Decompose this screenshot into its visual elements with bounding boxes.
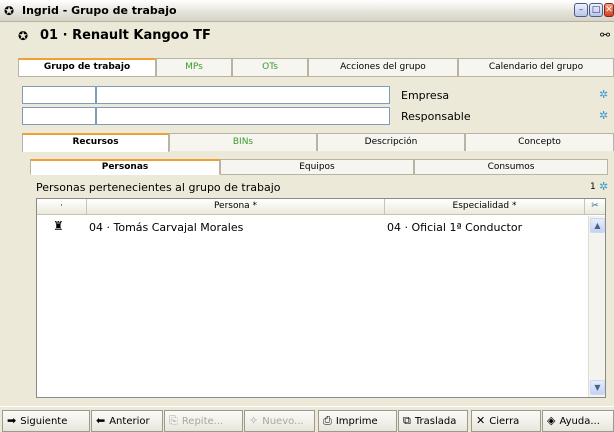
nuevo-button[interactable]: ✧ Nuevo... [244,410,315,432]
tab-label: Acciones del grupo [340,62,426,72]
close-icon[interactable]: ✕ [604,3,614,17]
button-label: Nuevo... [262,416,304,427]
tab-calendario-del-grupo[interactable]: Calendario del grupo [458,58,614,76]
scroll-down-icon[interactable]: ▼ [590,380,605,395]
column-header-marker[interactable]: · [37,199,87,215]
tab-label: BINs [232,137,254,147]
siguiente-button[interactable]: ➡ Siguiente [2,410,90,432]
tab-label: Concepto [518,137,561,147]
tab-label: Descripción [364,137,418,147]
arrow-right-icon: ➡ [7,414,17,427]
window-controls: – □ ✕ [574,3,614,17]
button-label: Cierra [489,416,520,427]
tab-label: Calendario del grupo [488,62,584,72]
tab-grupo-de-trabajo[interactable]: Grupo de trabajo [18,58,156,77]
app-window: ✪ Ingrid - Grupo de trabajo – □ ✕ ✪ 01 ·… [0,0,614,432]
record-header: ✪ 01 · Renault Kangoo TF ⚯ [0,24,614,50]
ayuda-button[interactable]: ◈ Ayuda... [542,410,614,432]
app-icon: ✪ [4,4,15,18]
maximize-icon[interactable]: □ [589,3,603,17]
vertical-scrollbar[interactable]: ▲ ▼ [588,216,605,397]
tab-label: Personas [101,162,149,172]
imprime-button[interactable]: ⎙ Imprime [318,410,397,432]
record-count: 1 [590,182,596,192]
group-icon: ✪ [18,29,29,43]
responsable-code-field[interactable] [22,107,96,125]
required-icon: ✲ [599,88,609,101]
tab-label: Grupo de trabajo [43,62,131,72]
person-icon: ♜ [53,219,64,233]
move-icon: ⧉ [403,414,411,427]
responsable-name-field[interactable] [96,107,390,125]
personas-table: · Persona * Especialidad * ✂ ♜ 04 · Tomá… [36,198,606,398]
repite-button[interactable]: ⎘ Repite... [164,410,243,432]
minimize-icon[interactable]: – [574,3,588,17]
column-label: Especialidad * [452,201,517,211]
help-book-icon: ◈ [547,414,556,427]
tab-personas[interactable]: Personas [30,159,220,175]
sub-tab-strip: Personas Equipos Consumos [30,159,608,175]
column-settings-icon[interactable]: ✂ [585,199,605,215]
printer-icon: ⎙ [323,414,332,427]
button-label: Repite... [181,416,224,427]
tab-mps[interactable]: MPs [156,58,232,76]
new-icon: ✧ [249,414,259,427]
empresa-label: Empresa [401,89,450,102]
close-x-icon: ✕ [476,414,486,427]
tab-acciones-del-grupo[interactable]: Acciones del grupo [308,58,458,76]
empresa-code-field[interactable] [22,86,96,104]
button-label: Imprime [335,416,378,427]
tab-descripcion[interactable]: Descripción [317,133,465,151]
column-label: Persona * [213,201,258,211]
table-row[interactable]: ♜ 04 · Tomás Carvajal Morales 04 · Ofici… [37,219,585,237]
tab-ots[interactable]: OTs [232,58,308,76]
tab-equipos[interactable]: Equipos [220,159,414,175]
button-label: Siguiente [20,416,68,427]
binoculars-icon[interactable]: ⚯ [600,28,610,42]
tab-recursos[interactable]: Recursos [22,133,169,152]
tab-bins[interactable]: BINs [169,133,317,151]
persona-cell: 04 · Tomás Carvajal Morales [89,221,244,234]
tab-consumos[interactable]: Consumos [414,159,608,175]
required-icon: ✲ [599,180,609,193]
empresa-name-field[interactable] [96,86,390,104]
traslada-button[interactable]: ⧉ Traslada [398,410,468,432]
column-header-especialidad[interactable]: Especialidad * [385,199,585,215]
button-label: Traslada [414,416,457,427]
table-header: · Persona * Especialidad * ✂ [37,199,605,215]
arrow-left-icon: ⬅ [96,414,106,427]
scroll-up-icon[interactable]: ▲ [590,218,605,233]
tab-label: OTs [262,62,278,72]
button-label: Ayuda... [559,416,600,427]
title-bar: ✪ Ingrid - Grupo de trabajo – □ ✕ [0,0,614,22]
tab-label: Consumos [487,162,535,172]
column-label: · [60,201,63,211]
list-caption: Personas pertenecientes al grupo de trab… [36,181,281,194]
tab-label: MPs [185,62,203,72]
mid-tab-strip: Recursos BINs Descripción Concepto [22,133,614,152]
record-title: 01 · Renault Kangoo TF [40,28,211,43]
bottom-toolbar: ➡ Siguiente ⬅ Anterior ⎘ Repite... ✧ Nuevo..… [0,406,614,432]
top-tab-strip: Grupo de trabajo MPs OTs Acciones del gr… [18,58,614,77]
required-icon: ✲ [599,109,609,122]
anterior-button[interactable]: ⬅ Anterior [91,410,163,432]
button-label: Anterior [109,416,150,427]
repeat-icon: ⎘ [169,414,178,427]
tab-concepto[interactable]: Concepto [465,133,614,151]
column-header-persona[interactable]: Persona * [87,199,385,215]
responsable-label: Responsable [401,110,471,123]
especialidad-cell: 04 · Oficial 1ª Conductor [387,221,523,234]
window-title: Ingrid - Grupo de trabajo [22,4,177,17]
cierra-button[interactable]: ✕ Cierra [471,410,541,432]
tab-label: Equipos [299,162,335,172]
tab-label: Recursos [72,137,119,147]
